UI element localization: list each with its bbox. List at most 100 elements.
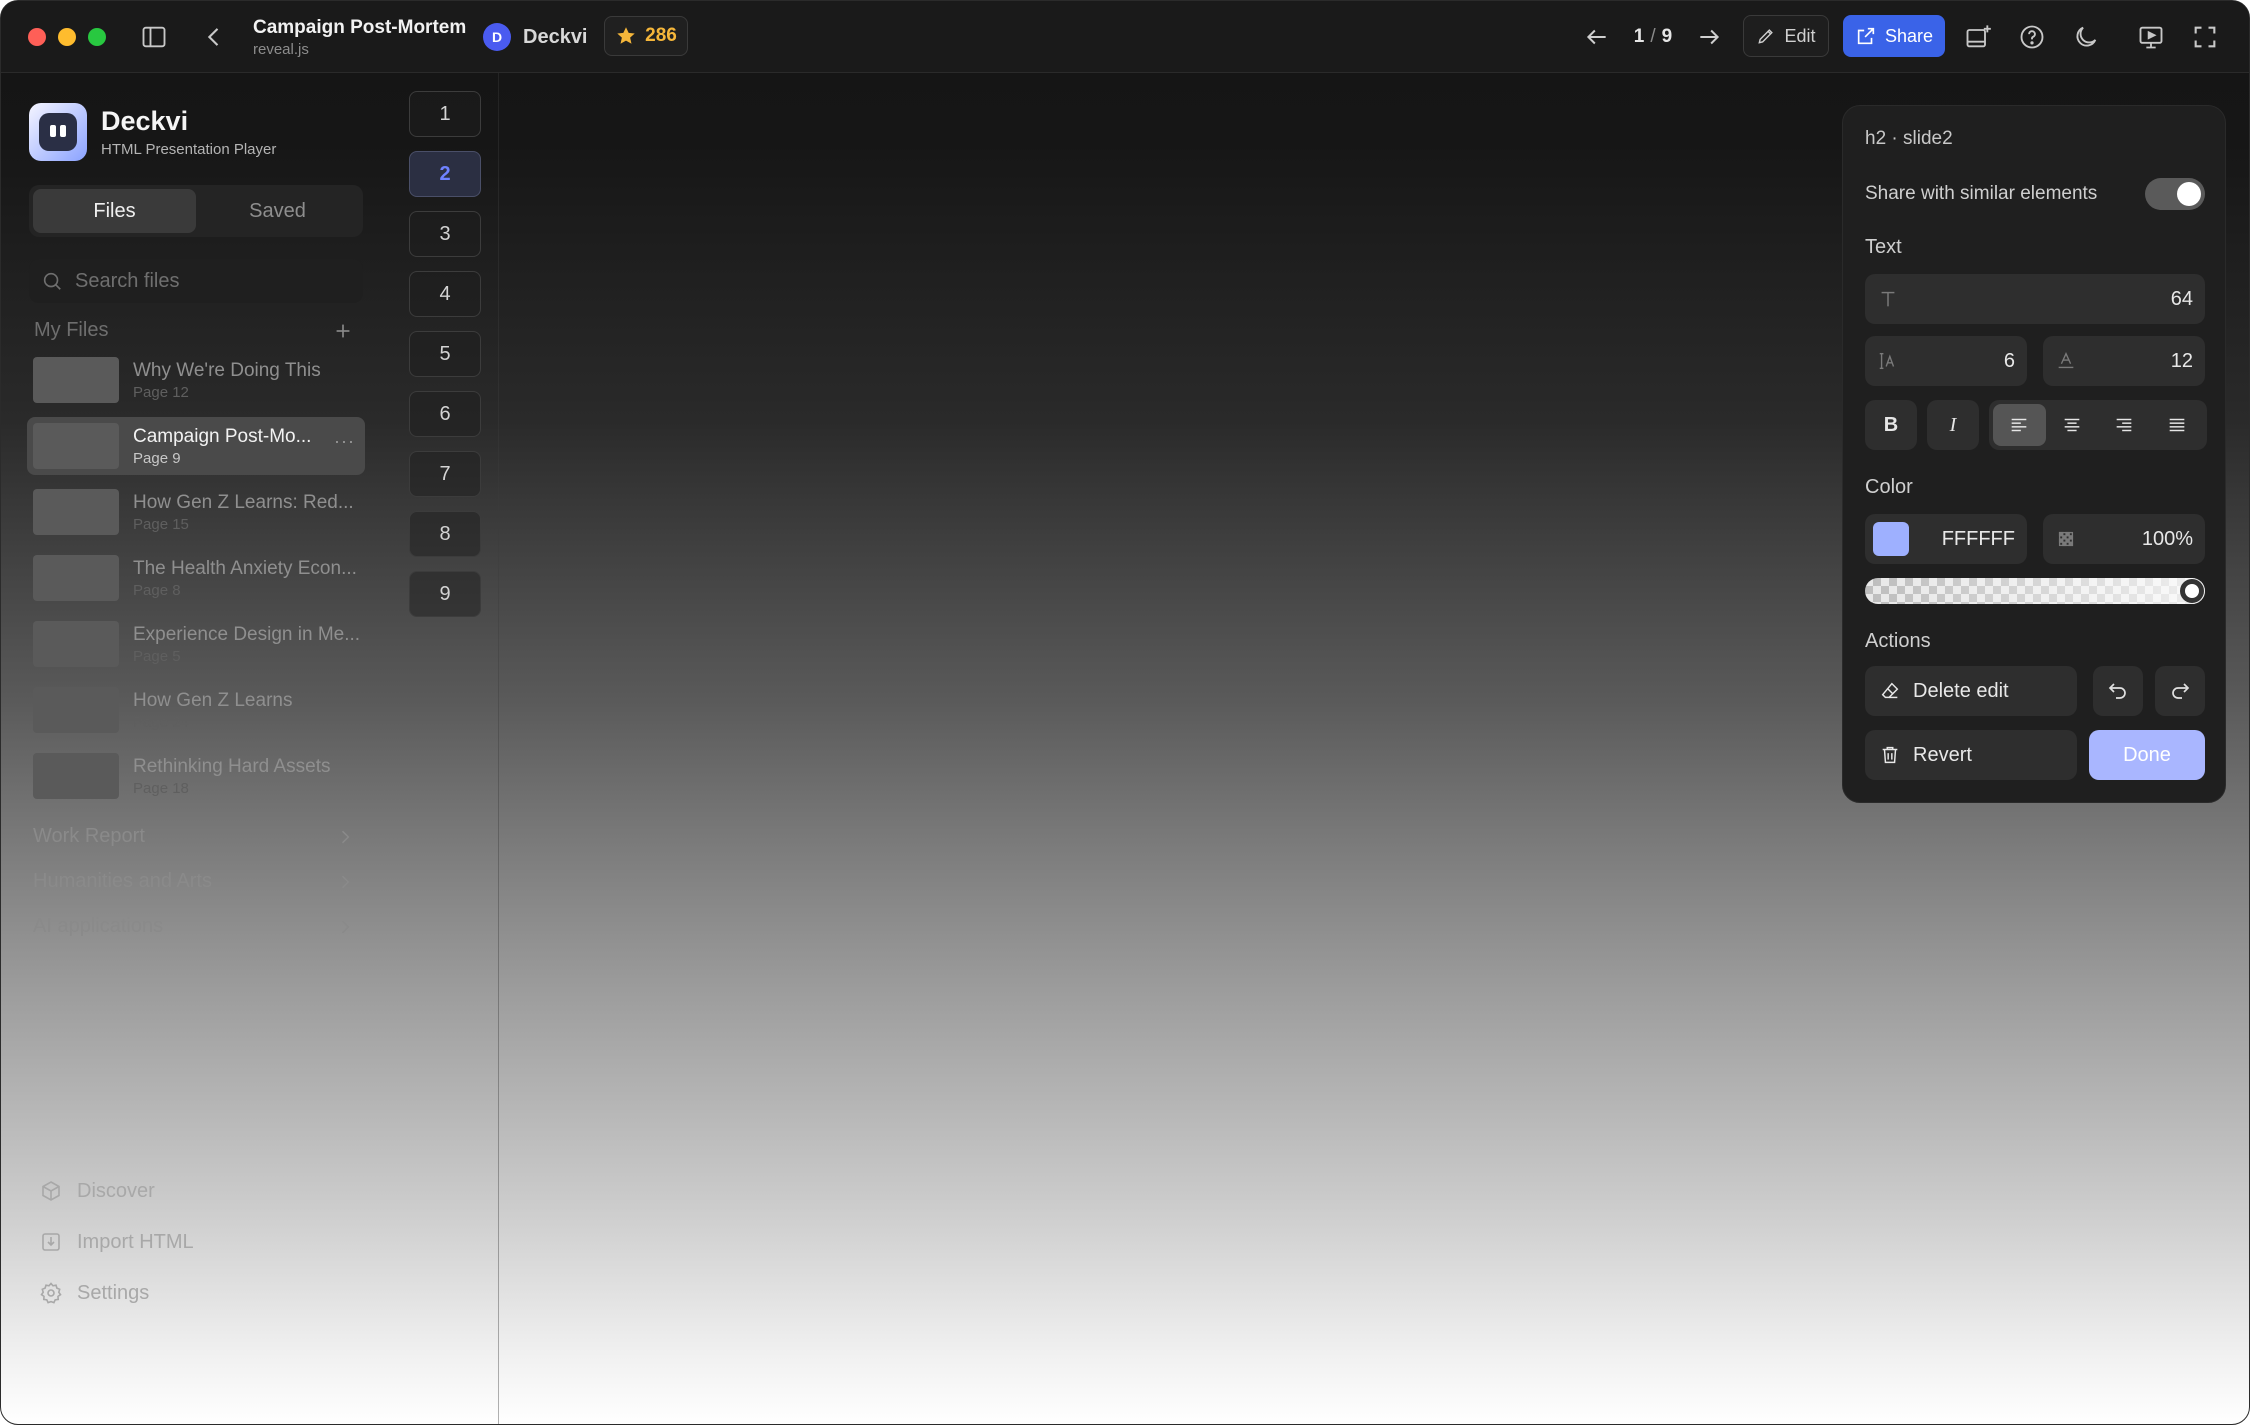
trash-icon (1882, 746, 1898, 764)
app-chip[interactable]: D Deckvi (483, 23, 588, 51)
letter-spacing-field[interactable]: 12 (2043, 336, 2205, 386)
line-height-icon (1879, 352, 1895, 370)
close-window-button[interactable] (28, 28, 46, 46)
search-placeholder: Search files (75, 269, 180, 292)
align-justify-button[interactable] (2151, 404, 2204, 446)
star-count-button[interactable]: 286 (604, 16, 688, 56)
nav-settings[interactable]: Settings (39, 1281, 359, 1305)
group-humanities-and-arts[interactable]: Humanities and Arts (33, 870, 355, 893)
maximize-window-button[interactable] (88, 28, 106, 46)
file-title: The Health Anxiety Econ... (133, 557, 357, 579)
present-icon[interactable] (2133, 19, 2169, 55)
group-work-report[interactable]: Work Report (33, 825, 355, 848)
undo-button[interactable] (2093, 666, 2143, 716)
tab-saved[interactable]: Saved (196, 189, 359, 233)
file-thumbnail (33, 357, 119, 403)
done-button[interactable]: Done (2089, 730, 2205, 780)
back-icon[interactable] (196, 19, 232, 55)
group-label: AI applications (33, 915, 164, 937)
nav-label: Import HTML (77, 1230, 194, 1253)
file-item[interactable]: How Gen Z Learns: Red... Page 15 (27, 483, 365, 541)
share-similar-row: Share with similar elements (1865, 178, 2205, 210)
add-slide-icon[interactable] (1960, 19, 1996, 55)
font-size-field[interactable]: 64 (1865, 274, 2205, 324)
opacity-slider[interactable] (1865, 578, 2205, 604)
nav-label: Settings (77, 1281, 150, 1304)
share-icon (1857, 27, 1875, 45)
nav-discover[interactable]: Discover (39, 1179, 359, 1203)
opacity-icon (2058, 531, 2074, 547)
edit-label: Edit (1784, 25, 1816, 46)
actions-section-label: Actions (1865, 630, 1931, 652)
fullscreen-icon[interactable] (2187, 19, 2223, 55)
file-item[interactable]: The Health Anxiety Econ... Page 8 (27, 549, 365, 607)
file-item[interactable]: How Gen Z Learns Page 24 (27, 681, 365, 739)
slide-thumb-9[interactable]: 9 (409, 571, 481, 617)
align-right-button[interactable] (2098, 404, 2151, 446)
opacity-slider-handle[interactable] (2180, 579, 2204, 603)
nav-import-html[interactable]: Import HTML (39, 1230, 359, 1254)
document-title: Campaign Post-Mortem (253, 17, 467, 38)
tab-files[interactable]: Files (33, 189, 196, 233)
sidebar-toggle-icon[interactable] (136, 19, 172, 55)
slide-thumb-2[interactable]: 2 (409, 151, 481, 197)
undo-icon (2108, 683, 2126, 699)
slide-thumb-1[interactable]: 1 (409, 91, 481, 137)
edit-button[interactable]: Edit (1743, 15, 1829, 57)
page-navigator: 1/9 (1579, 19, 1727, 55)
add-file-icon[interactable] (332, 320, 354, 342)
search-input[interactable]: Search files (29, 259, 363, 303)
color-hex-value: FFFFFF (1941, 527, 2015, 550)
group-label: Work Report (33, 825, 145, 847)
document-subtitle: reveal.js (253, 41, 309, 58)
slide-thumb-4[interactable]: 4 (409, 271, 481, 317)
more-icon[interactable]: ··· (334, 431, 355, 452)
color-swatch[interactable] (1873, 522, 1909, 556)
file-item-selected[interactable]: Campaign Post-Mo... Page 9 ··· (27, 417, 365, 475)
eraser-icon (1881, 682, 1899, 699)
bold-button[interactable]: B (1865, 400, 1917, 450)
star-count: 286 (645, 25, 677, 46)
align-center-icon (2064, 418, 2080, 432)
file-title: Rethinking Hard Assets (133, 755, 331, 777)
slide-thumb-8[interactable]: 8 (409, 511, 481, 557)
delete-edit-button[interactable]: Delete edit (1865, 666, 2077, 716)
line-height-field[interactable]: 6 (1865, 336, 2027, 386)
revert-button[interactable]: Revert (1865, 730, 2077, 780)
files-saved-tabs: Files Saved (29, 185, 363, 237)
share-similar-label: Share with similar elements (1865, 183, 2098, 204)
file-page: Page 18 (133, 779, 189, 797)
align-left-button[interactable] (1993, 404, 2046, 446)
style-editor-panel: h2 · slide2 Share with similar elements … (1842, 105, 2226, 803)
file-item[interactable]: Rethinking Hard Assets Page 18 (27, 747, 365, 805)
share-similar-toggle[interactable] (2145, 178, 2205, 210)
brand-tagline: HTML Presentation Player (101, 141, 277, 158)
app-name: Deckvi (523, 25, 588, 48)
align-center-button[interactable] (2046, 404, 2099, 446)
slide-thumb-3[interactable]: 3 (409, 211, 481, 257)
dark-mode-icon[interactable] (2068, 19, 2104, 55)
file-item[interactable]: Experience Design in Me... Page 5 (27, 615, 365, 673)
group-ai-applications[interactable]: AI applications (33, 915, 355, 938)
import-icon (42, 1233, 60, 1251)
color-hex-field[interactable]: FFFFFF (1865, 514, 2027, 564)
slide-thumb-7[interactable]: 7 (409, 451, 481, 497)
file-page: Page 5 (133, 647, 181, 665)
opacity-field[interactable]: 100% (2043, 514, 2205, 564)
next-page-icon[interactable] (1691, 19, 1727, 55)
prev-page-icon[interactable] (1579, 19, 1615, 55)
minimize-window-button[interactable] (58, 28, 76, 46)
redo-button[interactable] (2155, 666, 2205, 716)
page-current: 1 (1633, 26, 1645, 47)
file-item[interactable]: Why We're Doing This Page 12 (27, 351, 365, 409)
line-height-value: 6 (2003, 349, 2015, 372)
revert-label: Revert (1913, 743, 1972, 766)
italic-button[interactable]: I (1927, 400, 1979, 450)
file-thumbnail (33, 555, 119, 601)
share-button[interactable]: Share (1843, 15, 1945, 57)
help-icon[interactable] (2014, 19, 2050, 55)
slide-thumb-5[interactable]: 5 (409, 331, 481, 377)
slide-thumb-6[interactable]: 6 (409, 391, 481, 437)
file-title: Why We're Doing This (133, 359, 321, 381)
align-left-icon (2011, 418, 2027, 432)
